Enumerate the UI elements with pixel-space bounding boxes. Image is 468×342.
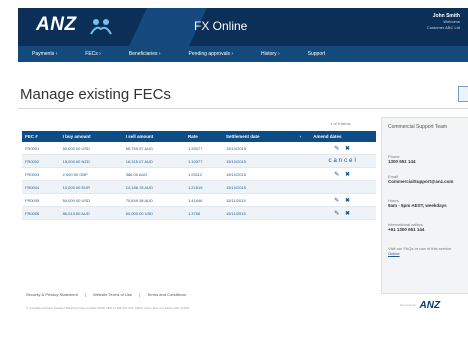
cell-buy-amount: 50,000.00 USD <box>59 193 123 207</box>
nav-pending-approvals[interactable]: Pending approvals › <box>189 51 233 57</box>
cell-rate: 1.93112 <box>184 167 223 181</box>
cell-rate: 1.21819 <box>184 180 223 194</box>
app-title: FX Online <box>194 19 248 33</box>
footer-link-terms-conditions[interactable]: Terms and Conditions <box>147 292 186 297</box>
cell-settlement-date: 15/10/2015 <box>222 142 297 155</box>
cell-sell-amount: 386.00 AUD <box>122 167 185 181</box>
cell-rate: 1.41646 <box>184 193 223 207</box>
intl-block: International callers +61 1300 651 144 <box>388 222 424 232</box>
cell-amend-actions[interactable]: ✎ ✖ <box>310 167 376 181</box>
cell-amend-actions[interactable]: ✎ ✖ <box>310 206 376 220</box>
cell-sort <box>296 180 311 194</box>
col-sort-icon[interactable]: › <box>296 131 311 142</box>
cell-amend-actions[interactable] <box>310 180 376 194</box>
cell-settlement-date: 15/10/2015 <box>222 167 297 181</box>
nav-fecs[interactable]: FECs › <box>85 51 101 57</box>
user-line-2: Customer ABC Ltd <box>426 25 460 30</box>
support-panel: Commercial Support Team Phone 1300 651 1… <box>381 117 468 294</box>
col-fec-number[interactable]: FEC # <box>22 131 60 142</box>
cell-buy-amount: 2,000.00 GBP <box>59 167 123 181</box>
table-row[interactable]: FR0006 86,013.50 AUD 60,000.00 USD 1.3766 15… <box>22 206 376 220</box>
col-settlement-date[interactable]: Settlement date <box>222 131 297 142</box>
intl-value[interactable]: +61 1300 651 144 <box>388 227 424 232</box>
cell-fec-number: FR0006 <box>22 206 60 220</box>
email-value[interactable]: CommercialSupport@anz.com <box>388 179 453 184</box>
cell-buy-amount: 10,000.00 EUR <box>59 180 123 194</box>
cell-sell-amount: 70,849.38 AUD <box>122 193 185 207</box>
table-row[interactable]: FR0001 50,000.00 USD 66,755.97 AUD 1.33077 1… <box>22 142 376 155</box>
cell-settlement-date: 15/11/2015 <box>222 193 297 207</box>
anz-people-icon <box>90 19 112 35</box>
cell-sell-amount: 66,755.97 AUD <box>122 142 185 155</box>
cell-amend-actions[interactable]: ✎ ✖ <box>310 193 376 207</box>
cell-sort <box>296 167 311 181</box>
table-header-row: FEC # I buy amount I sell amount Rate Se… <box>22 131 376 142</box>
col-sell-amount[interactable]: I sell amount <box>122 131 185 142</box>
anz-logo[interactable]: ANZ <box>36 14 77 36</box>
email-block: Email CommercialSupport@anz.com <box>388 174 453 184</box>
cell-amend-actions[interactable]: cancel <box>310 154 376 168</box>
col-rate[interactable]: Rate <box>184 131 223 142</box>
cell-settlement-date: 15/10/2015 <box>222 180 297 194</box>
cell-sell-amount: 14,186.78 AUD <box>122 180 185 194</box>
nav-history[interactable]: History › <box>261 51 280 57</box>
cell-fec-number: FR0004 <box>22 180 60 194</box>
footer-legal: © Australia and New Zealand Banking Grou… <box>26 306 190 310</box>
app-header: ANZ FX Online John Smith Welcome Custome… <box>18 8 468 46</box>
page-title: Manage existing FECs <box>20 86 171 103</box>
cell-fec-number: FR0005 <box>22 193 60 207</box>
faq-link[interactable]: Online <box>388 251 451 256</box>
nav-beneficiaries[interactable]: Beneficiaries › <box>129 51 161 57</box>
cell-sell-amount: 16,315.07 AUD <box>122 154 185 168</box>
nav-support[interactable]: Support <box>308 51 326 57</box>
cell-sell-amount: 60,000.00 USD <box>122 206 185 220</box>
footer-link-privacy[interactable]: Security & Privacy Statement <box>26 292 78 297</box>
hours-value: 9am - 5pm AEST, weekdays <box>388 203 447 208</box>
col-buy-amount[interactable]: I buy amount <box>59 131 123 142</box>
footer-links: Security & Privacy Statement | Website T… <box>26 292 192 297</box>
phone-value[interactable]: 1300 651 144 <box>388 159 416 164</box>
footer-separator: | <box>139 292 141 297</box>
footer-separator: | <box>84 292 86 297</box>
print-button[interactable] <box>458 86 468 102</box>
cell-fec-number: FR0001 <box>22 142 60 155</box>
table-row[interactable]: FR0005 50,000.00 USD 70,849.38 AUD 1.41646 1… <box>22 193 376 207</box>
fec-table: FEC # I buy amount I sell amount Rate Se… <box>22 131 376 220</box>
cell-settlement-date: 15/10/2015 <box>222 154 297 168</box>
footer-brand: anz.com.au ANZ <box>400 300 440 311</box>
cell-buy-amount: 15,000.00 NZD <box>59 154 123 168</box>
phone-block: Phone 1300 651 144 <box>388 154 416 164</box>
cell-sort <box>296 193 311 207</box>
hours-block: Hours 9am - 5pm AEST, weekdays <box>388 198 447 208</box>
footer-site[interactable]: anz.com.au <box>400 303 416 307</box>
cell-sort <box>296 206 311 220</box>
support-title: Commercial Support Team <box>388 124 448 130</box>
table-row[interactable]: FR0002 15,000.00 NZD 16,315.07 AUD 1.10577 1… <box>22 154 376 168</box>
cell-amend-actions[interactable]: ✎ ✖ <box>310 142 376 155</box>
footer-link-terms-of-use[interactable]: Website Terms of Use <box>93 292 132 297</box>
faq-block: Visit our FAQs or use of this service On… <box>388 246 451 256</box>
cell-sort <box>296 142 311 155</box>
cell-fec-number: FR0003 <box>22 167 60 181</box>
cell-rate: 1.3766 <box>184 206 223 220</box>
table-row[interactable]: FR0004 10,000.00 EUR 14,186.78 AUD 1.21819 1… <box>22 180 376 194</box>
cell-rate: 1.10577 <box>184 154 223 168</box>
footer-logo: ANZ <box>419 300 441 311</box>
main-nav: Payments › FECs › Beneficiaries › Pendin… <box>18 46 468 62</box>
cell-sort <box>296 154 311 168</box>
divider <box>18 108 468 109</box>
cell-buy-amount: 86,013.50 AUD <box>59 206 123 220</box>
cell-settlement-date: 15/11/2015 <box>222 206 297 220</box>
cell-fec-number: FR0002 <box>22 154 60 168</box>
col-amend-dates[interactable]: Amend dates <box>310 131 376 142</box>
cell-rate: 1.33077 <box>184 142 223 155</box>
nav-payments[interactable]: Payments › <box>32 51 57 57</box>
table-row[interactable]: FR0003 2,000.00 GBP 386.00 AUD 1.93112 15/10… <box>22 167 376 181</box>
cell-buy-amount: 50,000.00 USD <box>59 142 123 155</box>
item-count: 1 of 6 items <box>330 121 351 126</box>
user-info: John Smith Welcome Customer ABC Ltd <box>427 13 460 31</box>
